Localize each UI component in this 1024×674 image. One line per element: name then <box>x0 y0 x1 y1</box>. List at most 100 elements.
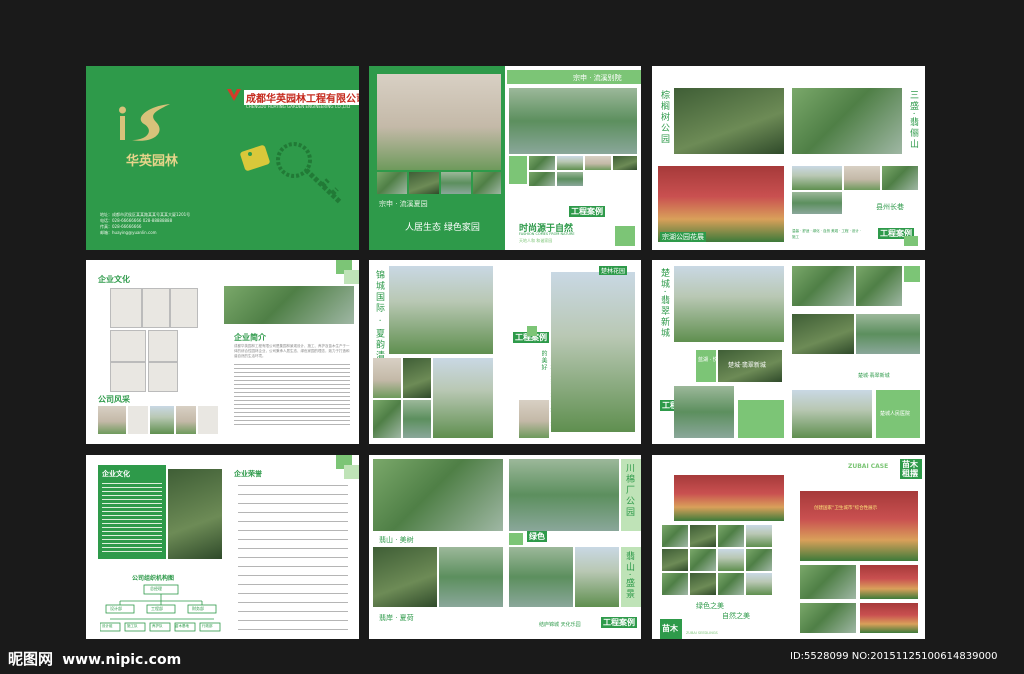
certificate <box>148 330 178 362</box>
photo-banner-event <box>800 491 918 561</box>
case-badge: 工程案例 <box>569 206 605 217</box>
certificate <box>148 362 178 392</box>
org-bottom: 行政部 <box>202 624 213 628</box>
photo-thumb <box>718 549 744 571</box>
org-top: 总经理 <box>150 586 162 591</box>
motto-en: FASHION COMES FROM NATURE <box>519 232 575 236</box>
photo-thumb <box>690 573 716 595</box>
photo-office <box>150 406 174 434</box>
org-mid: 设计部 <box>110 606 122 611</box>
photo-garden <box>792 88 902 154</box>
heading-org: 公司组织机构图 <box>132 575 175 582</box>
photo-thumb <box>690 525 716 547</box>
image-id: ID:5528099 NO:20151125100614839000 <box>790 651 998 662</box>
photo-gate <box>674 475 784 521</box>
photo-thumb <box>403 400 431 438</box>
green-tile <box>696 350 716 382</box>
green-tile <box>904 236 918 246</box>
site-url: www.nipic.com <box>62 652 182 668</box>
photo-thumb <box>409 172 439 194</box>
photo-thumb <box>585 156 611 170</box>
certificate <box>110 288 142 328</box>
photo-thumb <box>613 156 637 170</box>
green-tile <box>509 156 527 184</box>
photo-office <box>128 406 148 434</box>
heading-culture: 企业文化 <box>98 274 130 284</box>
photo-thumb <box>800 565 856 599</box>
photo-thumb <box>746 549 772 571</box>
photo-flower-show <box>658 166 784 242</box>
photo-thumb <box>718 525 744 547</box>
org-bottom: 苗木基地 <box>175 624 189 628</box>
page-company-intro: 企业文化 公司风采 企业简介 成都华英园林工程有限公司是集园林景观设计、施工、养… <box>86 260 359 444</box>
page-case-palm: 棕榈树公园 三盛·翡俪山 宗湖公园花展 县州长巷 温馨 · 舒适 · 绿化 · … <box>652 66 925 250</box>
rental-badge: 苗木租摆 <box>900 459 922 479</box>
green-tile <box>615 226 635 246</box>
photo-thumb <box>860 603 918 633</box>
certificate <box>170 288 198 328</box>
banner-text: 创建国家“卫生城市”综合性展示 <box>814 506 878 511</box>
photo-thumb <box>792 192 842 214</box>
photo-thumb <box>557 156 583 170</box>
green-tile <box>509 533 523 545</box>
green-tile <box>344 270 359 284</box>
label-left-bottom: 翡岸 · 夏荷 <box>379 614 414 622</box>
photo-thumb <box>746 525 772 547</box>
motto-sub: 天地人和 和谐家园 <box>519 238 553 243</box>
page-org-chart: 企业文化 公司组织机构图 总经理 设计部 工程部 财务部 设计组 施工队 养护队… <box>86 455 359 639</box>
label-right-bottom: 楚城人民医院 <box>880 411 911 417</box>
photo-thumb <box>373 400 401 438</box>
org-bottom: 设计组 <box>102 624 113 628</box>
footer-left: 苗木 <box>662 624 678 633</box>
photo-thumb <box>844 166 880 190</box>
slogan: 人居生态 绿色家园 <box>405 223 480 233</box>
label-left-mid: 翡山 · 美树 <box>379 536 414 544</box>
photo-thumb <box>792 166 842 190</box>
photo-palms <box>575 547 619 607</box>
bottom-label: 宗申 · 流溪夏园 <box>379 200 428 208</box>
page-case-chuanmian: 翡山 · 美树 川棉厂公园 绿色 翡岸 · 夏荷 翡山·盛景 结庐锦城 天化乐园… <box>369 455 641 639</box>
photo-pavilion <box>674 266 784 342</box>
site-name: 昵图网 <box>8 650 54 668</box>
org-mid: 工程部 <box>151 606 163 611</box>
case-badge: 工程案例 <box>601 617 637 628</box>
contact-block: 地址：成都市武侯区某某路某某号某某大厦1201号 电话：028-66666666… <box>100 212 190 236</box>
photo-thumb <box>529 156 555 170</box>
caption-center-2: 自然之美 <box>722 612 750 620</box>
photo-thumb <box>473 172 501 194</box>
green-tile <box>904 266 920 282</box>
photo-garden <box>674 88 784 154</box>
contact-line: 邮箱：huaying@yuanlin.com <box>100 230 157 235</box>
photo-thumb <box>690 549 716 571</box>
photo-garden <box>792 266 854 306</box>
body-text-block <box>234 364 350 426</box>
photo-thumb <box>860 565 918 599</box>
heading-right: 企业荣誉 <box>234 469 262 478</box>
photo-waterside <box>439 547 503 607</box>
photo-office <box>198 406 218 434</box>
site-watermark: 昵图网 www.nipic.com <box>8 648 181 669</box>
photo-thumb <box>882 166 918 190</box>
photo-thumb <box>746 573 772 595</box>
photo-garden <box>168 469 222 559</box>
badge-mid: 绿色 <box>527 531 547 542</box>
page-seedling-rental: 绿色之美 自然之美 苗木 ZUBAI SEEDLINGS ZUBAI CASE … <box>652 455 925 639</box>
photo-garden <box>856 314 920 354</box>
vtext-right-top: 川棉厂公园 <box>624 463 634 518</box>
photo-fountain <box>509 547 573 607</box>
photo-pond <box>509 459 619 531</box>
page-case-feicui: 楚城·翡翠新城 蓝湖 · 悦城 楚城·翡翠新城 工程案例 楚城·翡翠新城 楚城人… <box>652 260 925 444</box>
certificate <box>110 330 146 362</box>
photo-pool <box>509 88 637 154</box>
vtext-right-bottom: 翡山·盛景 <box>624 551 634 600</box>
photo-thumb <box>373 358 401 398</box>
photo-hospital <box>792 390 872 438</box>
photo-garden <box>224 286 354 324</box>
page-case-jincheng: 锦城国际 · 夏韵清江 工程案例 以园林生态为本演绎自然的美好 楚林花园 <box>369 260 641 444</box>
footer-left-en: ZUBAI SEEDLINGS <box>686 631 718 635</box>
photo-thumb <box>403 358 431 398</box>
photo-thumb <box>377 172 407 194</box>
vtext-top: 楚城·翡翠新城 <box>659 268 669 339</box>
page-case-liuxi: 宗申 · 流溪夏园 人居生态 绿色家园 宗申 · 流溪别院 宗申 · 流溪别院 … <box>369 66 641 250</box>
org-mid: 财务部 <box>192 606 204 611</box>
